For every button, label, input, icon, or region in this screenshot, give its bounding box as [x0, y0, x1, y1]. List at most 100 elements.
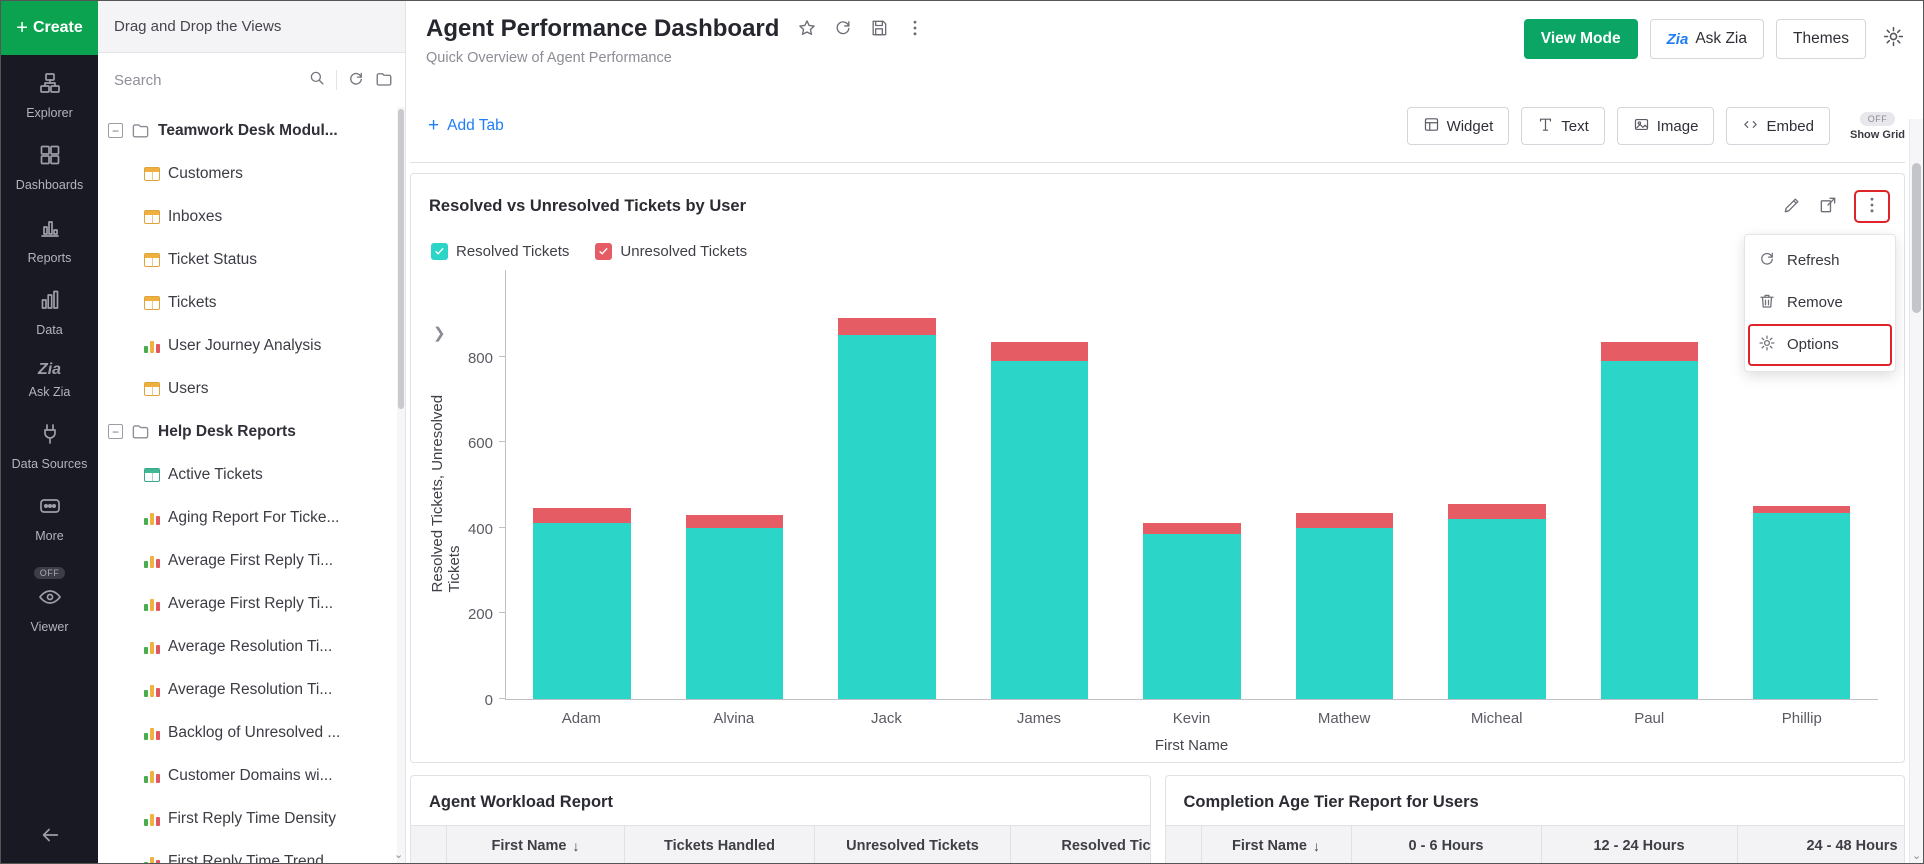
collapse-toggle-icon[interactable]: − [108, 424, 123, 439]
tree-item[interactable]: First Reply Time Density [98, 797, 405, 840]
tree-item[interactable]: Aging Report For Ticke... [98, 496, 405, 539]
column-header[interactable]: First Name↓ [1202, 826, 1352, 863]
text-button[interactable]: Text [1521, 107, 1605, 145]
show-grid-toggle[interactable]: OFF Show Grid [1850, 112, 1905, 141]
completion-card-title: Completion Age Tier Report for Users [1166, 776, 1905, 825]
column-header[interactable]: Resolved Tickets [1011, 826, 1151, 863]
bar-group-alvina[interactable] [658, 270, 810, 699]
nav-item-viewer[interactable]: OFFViewer [1, 565, 98, 636]
column-header[interactable]: Unresolved Tickets [815, 826, 1011, 863]
export-chart-button[interactable] [1818, 195, 1838, 218]
sidebar-scrollbar-thumb[interactable] [398, 109, 404, 409]
column-header[interactable]: 12 - 24 Hours [1542, 826, 1738, 863]
tree-item[interactable]: Average Resolution Ti... [98, 625, 405, 668]
export-icon [1818, 195, 1838, 218]
bar-group-paul[interactable] [1573, 270, 1725, 699]
menu-item-remove[interactable]: Remove [1745, 282, 1895, 324]
create-button[interactable]: + Create [1, 1, 98, 55]
y-tick-label: 0 [441, 692, 493, 709]
tree-item[interactable]: User Journey Analysis [98, 324, 405, 367]
tree-item[interactable]: Tickets [98, 281, 405, 324]
bar-group-adam[interactable] [506, 270, 658, 699]
add-tab-button[interactable]: + Add Tab [428, 115, 504, 137]
nav-item-data-sources[interactable]: Data Sources [1, 420, 98, 473]
resolved-segment [838, 335, 936, 698]
tree-item[interactable]: Inboxes [98, 195, 405, 238]
legend-item[interactable]: Resolved Tickets [431, 243, 569, 260]
save-button[interactable] [869, 18, 889, 41]
tree-item[interactable]: Active Tickets [98, 453, 405, 496]
main-scrollbar[interactable]: ⌄ [1909, 119, 1923, 863]
resolved-segment [1753, 513, 1851, 699]
folder-view-button[interactable] [375, 70, 393, 91]
column-header[interactable]: 24 - 48 Hours [1738, 826, 1906, 863]
column-header-label: Unresolved Tickets [846, 838, 979, 854]
nav-item-more[interactable]: More [1, 492, 98, 545]
column-header-label: Tickets Handled [664, 838, 775, 854]
sidebar-scrollbar[interactable]: ⌄ [397, 107, 405, 863]
collapse-toggle-icon[interactable]: − [108, 123, 123, 138]
plot-area [505, 270, 1878, 700]
nav-item-reports[interactable]: Reports [1, 214, 98, 267]
tree-item[interactable]: Average First Reply Ti... [98, 582, 405, 625]
legend-checkbox[interactable] [595, 243, 612, 260]
column-header[interactable]: First Name↓ [447, 826, 625, 863]
search-input[interactable] [114, 72, 298, 89]
tree-item-label: Help Desk Reports [158, 423, 296, 441]
page-subtitle: Quick Overview of Agent Performance [426, 50, 925, 66]
stacked-bar [686, 515, 784, 699]
tree-item-label: Backlog of Unresolved ... [168, 724, 340, 742]
ask-zia-label: Ask Zia [1695, 30, 1747, 48]
legend-checkbox[interactable] [431, 243, 448, 260]
bar-group-jack[interactable] [811, 270, 963, 699]
nav-item-data[interactable]: Data [1, 286, 98, 339]
chart-menu-button[interactable] [1862, 195, 1882, 218]
nav-item-ask-zia[interactable]: ZiaAsk Zia [1, 359, 98, 401]
menu-item-refresh[interactable]: Refresh [1745, 240, 1895, 282]
search-row [98, 53, 405, 107]
tree-folder[interactable]: − Help Desk Reports [98, 410, 405, 453]
column-header[interactable]: 0 - 6 Hours [1352, 826, 1542, 863]
chart-icon [144, 683, 160, 697]
bar-group-micheal[interactable] [1421, 270, 1573, 699]
tree-item[interactable]: Average Resolution Ti... [98, 668, 405, 711]
tree-folder[interactable]: −Teamwork Desk Modul... [98, 109, 405, 152]
ask-zia-button[interactable]: Zia Ask Zia [1650, 19, 1764, 59]
tree-item[interactable]: Users [98, 367, 405, 410]
collapse-panel-button[interactable] [1, 814, 98, 863]
image-button[interactable]: Image [1617, 107, 1715, 145]
view-mode-button[interactable]: View Mode [1524, 19, 1638, 59]
unresolved-segment [1448, 504, 1546, 519]
nav-item-dashboards[interactable]: Dashboards [1, 141, 98, 194]
widget-button[interactable]: Widget [1407, 107, 1510, 145]
chart-card: Resolved vs Unresolved Tickets by User [410, 173, 1905, 763]
bar-group-james[interactable] [963, 270, 1115, 699]
legend-item[interactable]: Unresolved Tickets [595, 243, 747, 260]
tree-item-label: Active Tickets [168, 466, 263, 484]
bar-group-mathew[interactable] [1268, 270, 1420, 699]
tree-item[interactable]: Average First Reply Ti... [98, 539, 405, 582]
settings-button[interactable] [1878, 19, 1905, 51]
table-icon [144, 253, 160, 267]
tree-item[interactable]: Ticket Status [98, 238, 405, 281]
tree-item[interactable]: Backlog of Unresolved ... [98, 711, 405, 754]
tree-item[interactable]: Customer Domains wi... [98, 754, 405, 797]
bar-group-kevin[interactable] [1116, 270, 1268, 699]
refresh-dashboard-button[interactable] [833, 18, 853, 41]
main-scrollbar-thumb[interactable] [1912, 163, 1921, 313]
tree-item[interactable]: First Reply Time Trend [98, 840, 405, 863]
refresh-views-button[interactable] [347, 70, 365, 91]
scroll-down-icon[interactable]: ⌄ [1912, 849, 1921, 862]
menu-item-options[interactable]: Options [1748, 324, 1892, 366]
column-header[interactable]: Tickets Handled [625, 826, 815, 863]
scroll-down-icon[interactable]: ⌄ [394, 848, 403, 861]
embed-button[interactable]: Embed [1726, 107, 1830, 145]
left-nav-items: Explorer Dashboards Reports Data ZiaAsk Zia D… [1, 55, 98, 814]
more-options-button[interactable] [905, 18, 925, 41]
nav-item-explorer[interactable]: Explorer [1, 69, 98, 122]
column-header-label: 24 - 48 Hours [1806, 838, 1897, 854]
favorite-button[interactable] [797, 18, 817, 41]
tree-item[interactable]: Customers [98, 152, 405, 195]
edit-chart-button[interactable] [1782, 195, 1802, 218]
themes-button[interactable]: Themes [1776, 19, 1866, 59]
